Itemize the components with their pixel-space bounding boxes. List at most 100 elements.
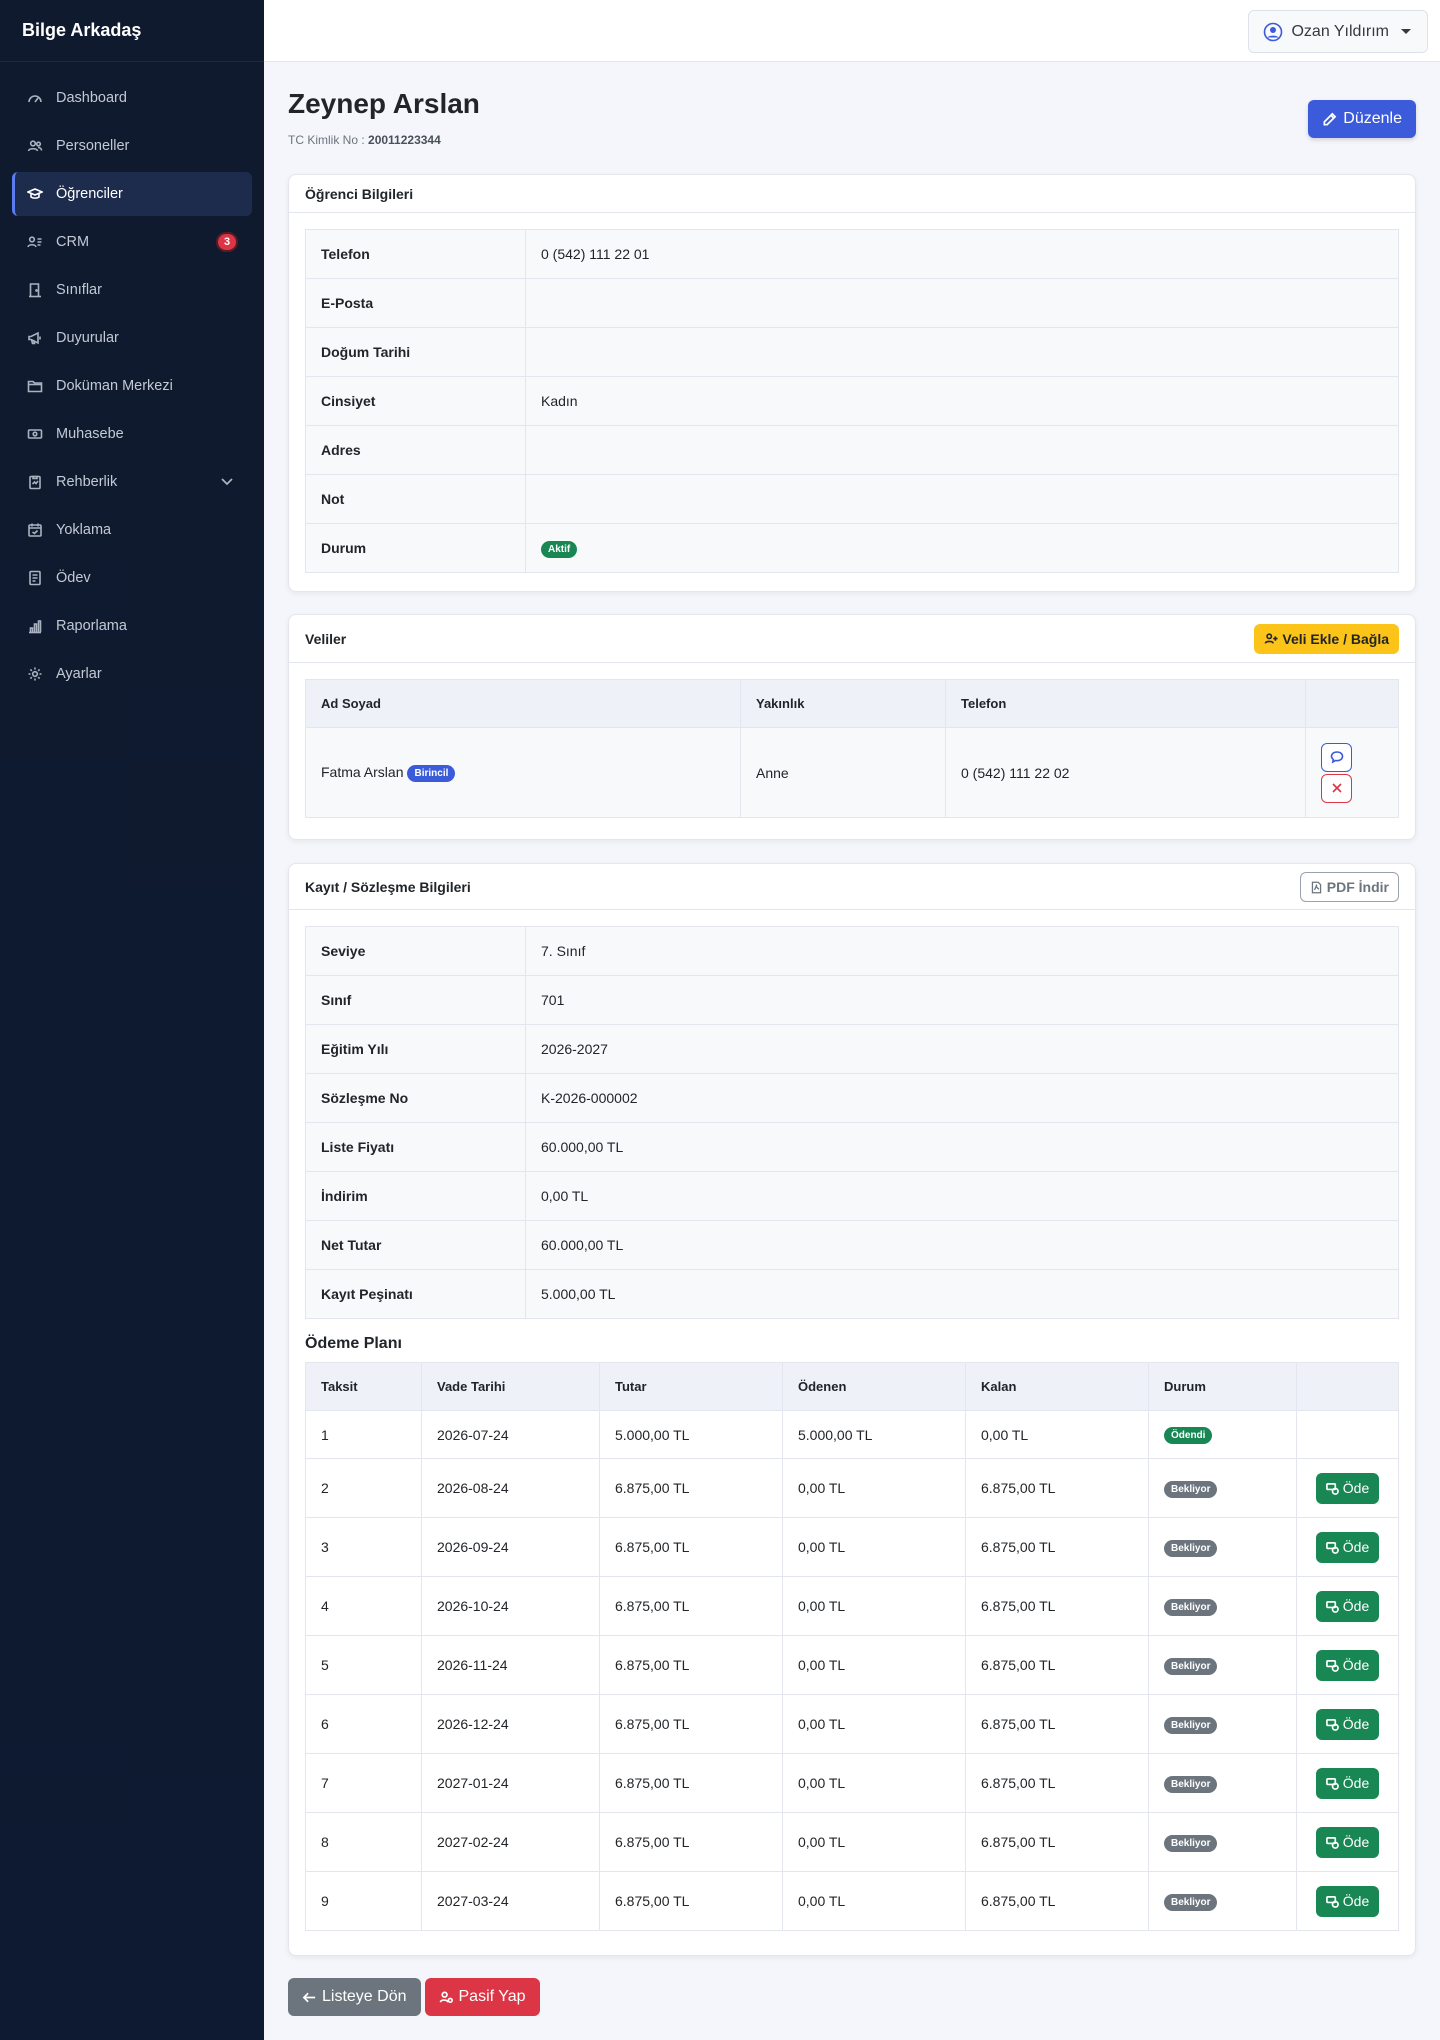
status-badge: Bekliyor xyxy=(1164,1539,1218,1557)
pdf-download-button[interactable]: PDF İndir xyxy=(1299,872,1399,902)
sidebar-item-contact[interactable]: CRM 3 xyxy=(12,220,252,264)
column-header-actions xyxy=(1296,1362,1399,1411)
message-button[interactable] xyxy=(1321,742,1352,772)
add-guardian-button[interactable]: Veli Ekle / Bağla xyxy=(1254,624,1399,654)
sidebar-item-bar-chart[interactable]: Raporlama xyxy=(12,604,252,648)
arrow-left-icon xyxy=(302,1992,316,2002)
megaphone-icon xyxy=(26,329,44,347)
sidebar-item-gear[interactable]: Ayarlar xyxy=(12,652,252,696)
remaining-amount: 6.875,00 TL xyxy=(965,1635,1149,1695)
pay-button-label: Öde xyxy=(1342,1657,1370,1673)
pay-button[interactable]: Öde xyxy=(1315,1885,1380,1917)
back-to-list-button[interactable]: Listeye Dön xyxy=(288,1978,421,2016)
pay-button-label: Öde xyxy=(1342,1716,1370,1732)
sidebar-item-label: Ayarlar xyxy=(56,666,102,682)
sidebar-item-dashboard[interactable]: Dashboard xyxy=(12,76,252,120)
cash-coin-icon xyxy=(1325,1836,1339,1849)
due-date: 2027-01-24 xyxy=(421,1753,600,1813)
installment-no: 9 xyxy=(305,1871,422,1931)
user-menu-button[interactable]: Ozan Yıldırım xyxy=(1248,10,1428,53)
sidebar-item-label: Personeller xyxy=(56,138,130,154)
pay-button[interactable]: Öde xyxy=(1315,1472,1380,1504)
contract-key: Eğitim Yılı xyxy=(305,1024,526,1074)
amount: 6.875,00 TL xyxy=(599,1812,783,1872)
sidebar-item-label: Öğrenciler xyxy=(56,186,123,202)
contract-table: Seviye 7. Sınıf Sınıf 701 Eğitim Yılı 2026-20… xyxy=(305,926,1399,1319)
pay-button-label: Öde xyxy=(1342,1480,1370,1496)
amount: 6.875,00 TL xyxy=(599,1576,783,1636)
info-value xyxy=(525,278,1399,328)
sidebar-item-calendar-check[interactable]: Yoklama xyxy=(12,508,252,552)
sidebar-item-cash[interactable]: Muhasebe xyxy=(12,412,252,456)
table-row: 2 2026-08-24 6.875,00 TL 0,00 TL 6.875,00 TL… xyxy=(305,1458,1399,1518)
installment-no: 1 xyxy=(305,1410,422,1459)
edit-button[interactable]: Düzenle xyxy=(1308,100,1416,138)
contact-icon xyxy=(26,233,44,251)
pay-button[interactable]: Öde xyxy=(1315,1649,1380,1681)
sidebar-item-door[interactable]: Sınıflar xyxy=(12,268,252,312)
status-badge: Bekliyor xyxy=(1164,1657,1218,1675)
pay-button[interactable]: Öde xyxy=(1315,1708,1380,1740)
sidebar-item-label: Sınıflar xyxy=(56,282,102,298)
chevron-down-icon[interactable] xyxy=(220,474,234,492)
contract-row: Eğitim Yılı 2026-2027 xyxy=(305,1024,1399,1074)
contract-value: 5.000,00 TL xyxy=(525,1269,1399,1319)
pay-button[interactable]: Öde xyxy=(1315,1826,1380,1858)
info-value: Kadın xyxy=(525,376,1399,426)
sidebar-item-label: Raporlama xyxy=(56,618,127,634)
table-row: 8 2027-02-24 6.875,00 TL 0,00 TL 6.875,00 TL… xyxy=(305,1812,1399,1872)
status-cell: Bekliyor xyxy=(1148,1694,1297,1754)
amount: 6.875,00 TL xyxy=(599,1517,783,1577)
pay-button-label: Öde xyxy=(1342,1598,1370,1614)
sidebar-item-folder[interactable]: Doküman Merkezi xyxy=(12,364,252,408)
paid-amount: 0,00 TL xyxy=(782,1517,966,1577)
paid-amount: 0,00 TL xyxy=(782,1871,966,1931)
guardian-name-cell: Fatma Arslan Birincil xyxy=(305,727,741,818)
sidebar-item-journal[interactable]: Ödev xyxy=(12,556,252,600)
notification-badge: 3 xyxy=(216,232,238,252)
info-row: E-Posta xyxy=(305,278,1399,328)
table-row: 6 2026-12-24 6.875,00 TL 0,00 TL 6.875,00 TL… xyxy=(305,1694,1399,1754)
guardians-table: Ad Soyad Yakınlık Telefon Fatma Arslan Biri… xyxy=(305,679,1399,818)
info-row: Telefon 0 (542) 111 22 01 xyxy=(305,229,1399,279)
brand-logo[interactable]: Bilge Arkadaş xyxy=(0,0,264,62)
pay-button[interactable]: Öde xyxy=(1315,1531,1380,1563)
deactivate-button[interactable]: Pasif Yap xyxy=(424,1978,540,2016)
contract-value: 60.000,00 TL xyxy=(525,1122,1399,1172)
info-value: 0 (542) 111 22 01 xyxy=(525,229,1399,279)
tc-label: TC Kimlik No : xyxy=(288,133,365,147)
contract-key: İndirim xyxy=(305,1171,526,1221)
remaining-amount: 6.875,00 TL xyxy=(965,1458,1149,1518)
sidebar-item-users[interactable]: Personeller xyxy=(12,124,252,168)
installment-no: 7 xyxy=(305,1753,422,1813)
status-badge: Bekliyor xyxy=(1164,1598,1218,1616)
paid-amount: 5.000,00 TL xyxy=(782,1410,966,1459)
sidebar-item-graduation-cap[interactable]: Öğrenciler xyxy=(12,172,252,216)
contract-row: Sınıf 701 xyxy=(305,975,1399,1025)
column-header: Taksit xyxy=(305,1362,422,1411)
column-header: Vade Tarihi xyxy=(421,1362,600,1411)
sidebar-item-label: Duyurular xyxy=(56,330,119,346)
pay-button[interactable]: Öde xyxy=(1315,1590,1380,1622)
pay-button-label: Öde xyxy=(1342,1834,1370,1850)
guardians-header: Veliler Veli Ekle / Bağla xyxy=(289,615,1415,663)
sidebar-item-clipboard[interactable]: Rehberlik xyxy=(12,460,252,504)
column-header: Tutar xyxy=(599,1362,783,1411)
due-date: 2027-03-24 xyxy=(421,1871,600,1931)
sidebar-item-megaphone[interactable]: Duyurular xyxy=(12,316,252,360)
person-gear-icon xyxy=(439,1991,453,2003)
folder-icon xyxy=(26,377,44,395)
payment-plan-title: Ödeme Planı xyxy=(305,1335,402,1352)
pay-button-label: Öde xyxy=(1342,1893,1370,1909)
status-cell: Bekliyor xyxy=(1148,1871,1297,1931)
table-row: Fatma Arslan Birincil Anne 0 (542) 111 22 0… xyxy=(305,727,1399,818)
caret-down-icon xyxy=(1401,29,1411,34)
remove-guardian-button[interactable] xyxy=(1321,773,1352,803)
pay-button[interactable]: Öde xyxy=(1315,1767,1380,1799)
contract-key: Liste Fiyatı xyxy=(305,1122,526,1172)
journal-icon xyxy=(26,569,44,587)
contract-key: Sözleşme No xyxy=(305,1073,526,1123)
pay-button-label: Öde xyxy=(1342,1775,1370,1791)
remaining-amount: 6.875,00 TL xyxy=(965,1753,1149,1813)
status-cell: Bekliyor xyxy=(1148,1812,1297,1872)
